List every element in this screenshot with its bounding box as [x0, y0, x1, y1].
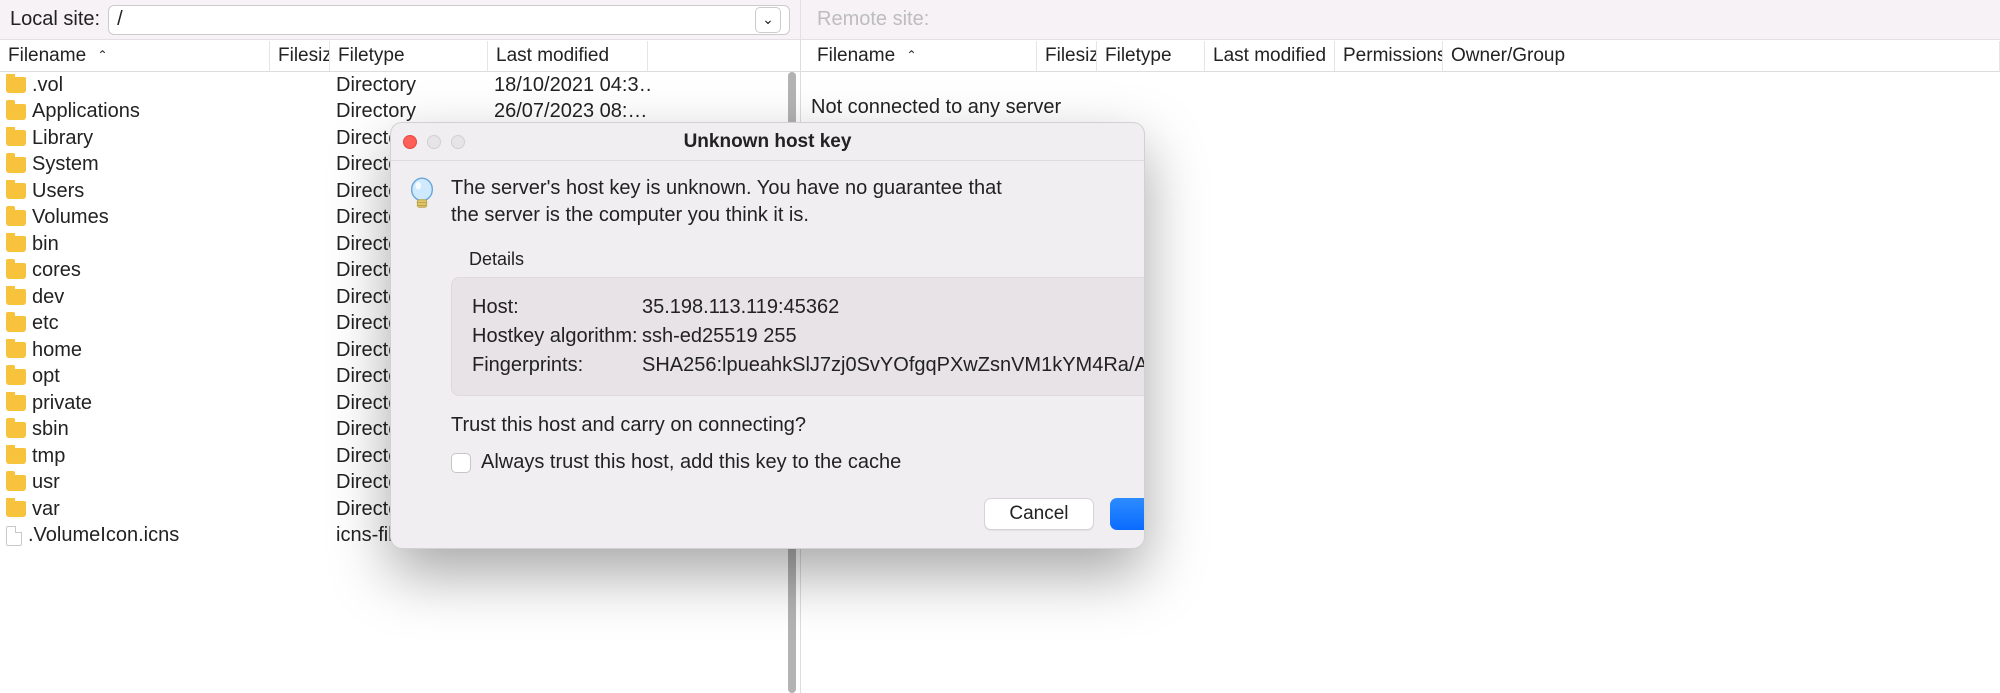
folder-icon: [6, 422, 26, 438]
file-name: Volumes: [32, 206, 109, 229]
file-name: usr: [32, 471, 60, 494]
local-path-value: /: [117, 8, 755, 31]
folder-icon: [6, 130, 26, 146]
folder-icon: [6, 289, 26, 305]
fingerprint-label: Fingerprints:: [472, 352, 642, 379]
dialog-message-line2: the server is the computer you think it …: [451, 202, 1145, 229]
lightbulb-icon: [407, 177, 437, 207]
folder-icon: [6, 236, 26, 252]
file-modified: 18/10/2021 04:3…: [494, 74, 654, 97]
algo-value: ssh-ed25519 255: [642, 323, 797, 350]
path-bars: Local site: / ⌄ Remote site:: [0, 0, 2000, 40]
header-lastmod[interactable]: Last modified: [1205, 41, 1335, 71]
sort-asc-icon: ⌃: [97, 48, 107, 62]
file-name: dev: [32, 286, 64, 309]
file-modified: 26/07/2023 08:…: [494, 100, 654, 123]
host-label: Host:: [472, 294, 642, 321]
file-name: Applications: [32, 100, 140, 123]
header-filename[interactable]: Filename ⌃: [0, 41, 270, 71]
table-row[interactable]: .vol Directory18/10/2021 04:3…: [0, 72, 800, 99]
remote-headers: Filename ⌃ Filesize Filetype Last modifi…: [800, 40, 2000, 71]
file-name: sbin: [32, 418, 69, 441]
cancel-button[interactable]: Cancel: [984, 498, 1094, 530]
file-name: opt: [32, 365, 60, 388]
file-name: etc: [32, 312, 59, 335]
folder-icon: [6, 395, 26, 411]
file-name: cores: [32, 259, 81, 282]
dialog-message-line1: The server's host key is unknown. You ha…: [451, 175, 1145, 202]
file-name: Users: [32, 180, 84, 203]
always-trust-row[interactable]: Always trust this host, add this key to …: [451, 449, 1145, 476]
local-headers: Filename ⌃ Filesize Filetype Last modifi…: [0, 40, 800, 71]
file-name: .vol: [32, 74, 63, 97]
column-headers: Filename ⌃ Filesize Filetype Last modifi…: [0, 40, 2000, 72]
local-path-bar: Local site: / ⌄: [0, 0, 800, 39]
fingerprint-value: SHA256:lpueahkSlJ7zj0SvYOfgqPXwZsnVM1kYM…: [642, 352, 1145, 379]
remote-path-bar: Remote site:: [800, 0, 2000, 39]
remote-empty-message: Not connected to any server: [811, 96, 1061, 118]
file-name: System: [32, 153, 99, 176]
folder-icon: [6, 263, 26, 279]
folder-icon: [6, 475, 26, 491]
header-filesize[interactable]: Filesize: [1037, 41, 1097, 71]
dialog-body: The server's host key is unknown. You ha…: [391, 161, 1144, 548]
header-filename[interactable]: Filename ⌃: [809, 41, 1037, 71]
file-name: tmp: [32, 445, 65, 468]
file-name: .VolumeIcon.icns: [28, 524, 179, 547]
header-permissions[interactable]: Permissions: [1335, 41, 1443, 71]
always-trust-checkbox[interactable]: [451, 453, 471, 473]
remote-site-label: Remote site:: [817, 8, 929, 31]
dialog-content: The server's host key is unknown. You ha…: [451, 175, 1145, 530]
folder-icon: [6, 77, 26, 93]
trust-question: Trust this host and carry on connecting?: [451, 412, 1145, 439]
folder-icon: [6, 342, 26, 358]
host-value: 35.198.113.119:45362: [642, 294, 839, 321]
algo-label: Hostkey algorithm:: [472, 323, 642, 350]
file-type: Directory: [336, 100, 494, 123]
header-owner[interactable]: Owner/Group: [1443, 41, 2000, 71]
folder-icon: [6, 157, 26, 173]
dialog-title: Unknown host key: [391, 131, 1144, 153]
dialog-buttons: Cancel OK: [451, 498, 1145, 530]
header-filetype[interactable]: Filetype: [330, 41, 488, 71]
local-path-combo[interactable]: / ⌄: [108, 5, 790, 35]
folder-icon: [6, 104, 26, 120]
details-label: Details: [469, 247, 1145, 271]
header-filetype[interactable]: Filetype: [1097, 41, 1205, 71]
details-box: Host: 35.198.113.119:45362 Hostkey algor…: [451, 277, 1145, 396]
folder-icon: [6, 448, 26, 464]
folder-icon: [6, 183, 26, 199]
dialog-titlebar[interactable]: Unknown host key: [391, 123, 1144, 161]
file-name: private: [32, 392, 92, 415]
file-name: home: [32, 339, 82, 362]
folder-icon: [6, 369, 26, 385]
file-icon: [6, 526, 22, 546]
local-site-label: Local site:: [10, 8, 100, 31]
always-trust-label: Always trust this host, add this key to …: [481, 449, 901, 476]
file-name: Library: [32, 127, 93, 150]
file-name: bin: [32, 233, 59, 256]
file-name: var: [32, 498, 60, 521]
sort-asc-icon: ⌃: [906, 48, 916, 62]
chevron-down-icon[interactable]: ⌄: [755, 7, 781, 33]
unknown-host-key-dialog: Unknown host key The server's host key i…: [390, 122, 1145, 549]
folder-icon: [6, 210, 26, 226]
folder-icon: [6, 316, 26, 332]
ok-button[interactable]: OK: [1110, 498, 1145, 530]
header-lastmod[interactable]: Last modified: [488, 41, 648, 71]
file-type: Directory: [336, 74, 494, 97]
header-filesize[interactable]: Filesize: [270, 41, 330, 71]
folder-icon: [6, 501, 26, 517]
